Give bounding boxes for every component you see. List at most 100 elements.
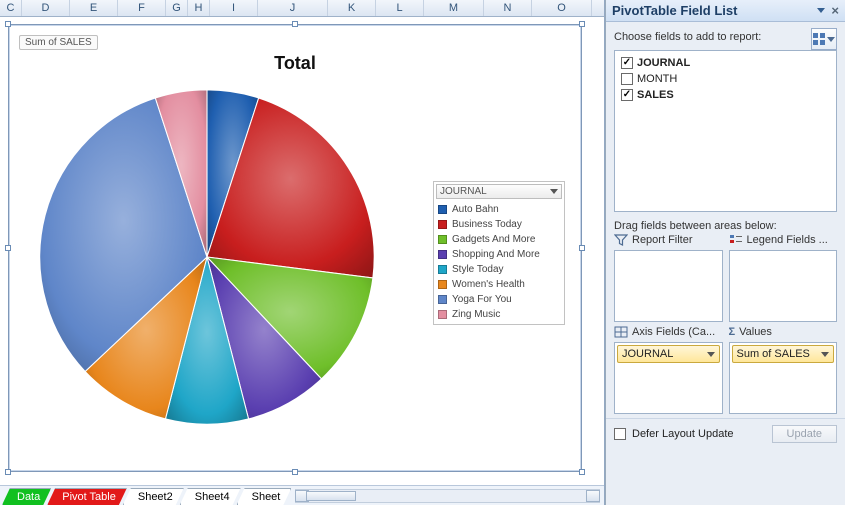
legend-swatch	[438, 295, 447, 304]
chevron-down-icon	[707, 352, 715, 357]
legend-label: Yoga For You	[452, 294, 512, 305]
legend-item[interactable]: Business Today	[436, 217, 562, 232]
sheet-tab-bar: DataPivot TableSheet2Sheet4Sheet	[0, 485, 604, 505]
field-list-item[interactable]: SALES	[621, 87, 830, 103]
pie-chart[interactable]	[31, 81, 383, 433]
scroll-thumb[interactable]	[306, 491, 356, 501]
area-header-values: Σ Values	[729, 326, 838, 338]
chart-field-button[interactable]: Sum of SALES	[19, 35, 98, 50]
field-list-item[interactable]: JOURNAL	[621, 55, 830, 71]
area-header-legend: Legend Fields ...	[729, 234, 838, 246]
column-header[interactable]: G	[166, 0, 188, 16]
chart-legend: JOURNAL Auto Bahn Business Today Gadgets A…	[433, 181, 565, 325]
report-filter-dropzone[interactable]	[614, 250, 723, 322]
worksheet-area: CDEFGHIJKLMNO Sum of SALES Total JOURNAL	[0, 0, 605, 505]
column-headers: CDEFGHIJKLMNO	[0, 0, 604, 17]
column-header[interactable]: K	[328, 0, 376, 16]
sheet-tab[interactable]: Data	[2, 488, 51, 505]
legend-swatch	[438, 250, 447, 259]
pane-titlebar[interactable]: PivotTable Field List ×	[606, 0, 845, 22]
axis-field-pill-journal[interactable]: JOURNAL	[617, 345, 720, 363]
legend-item[interactable]: Yoga For You	[436, 292, 562, 307]
horizontal-scrollbar[interactable]	[295, 489, 600, 503]
legend-swatch	[438, 280, 447, 289]
field-list[interactable]: JOURNAL MONTH SALES	[614, 50, 837, 212]
column-header[interactable]: L	[376, 0, 424, 16]
chevron-down-icon	[827, 37, 835, 42]
field-list-item[interactable]: MONTH	[621, 71, 830, 87]
chevron-down-icon	[550, 189, 558, 194]
legend-label: Gadgets And More	[452, 234, 535, 245]
legend-swatch	[438, 265, 447, 274]
legend-label: Style Today	[452, 264, 504, 275]
legend-label: Shopping And More	[452, 249, 540, 260]
legend-header-label: JOURNAL	[440, 186, 487, 197]
area-header-axis: Axis Fields (Ca...	[614, 326, 723, 338]
column-header[interactable]: I	[210, 0, 258, 16]
column-header[interactable]: D	[22, 0, 70, 16]
chevron-down-icon	[821, 352, 829, 357]
field-label: JOURNAL	[637, 57, 690, 69]
chart-title: Total	[15, 53, 575, 74]
sheet-tab[interactable]: Pivot Table	[47, 488, 127, 505]
legend-item[interactable]: Gadgets And More	[436, 232, 562, 247]
legend-fields-dropzone[interactable]	[729, 250, 838, 322]
pivot-chart-frame[interactable]: Sum of SALES Total JOURNAL Auto Bahn Busi…	[8, 24, 582, 472]
resize-handle[interactable]	[579, 245, 585, 251]
sheet-tab[interactable]: Sheet	[237, 488, 292, 505]
field-checkbox[interactable]	[621, 57, 633, 69]
legend-swatch	[438, 205, 447, 214]
column-header[interactable]: M	[424, 0, 484, 16]
axis-fields-dropzone[interactable]: JOURNAL	[614, 342, 723, 414]
values-field-pill-sum-sales[interactable]: Sum of SALES	[732, 345, 835, 363]
layout-options-button[interactable]	[811, 28, 837, 50]
defer-layout-checkbox[interactable]	[614, 428, 626, 440]
column-header[interactable]: N	[484, 0, 532, 16]
axis-icon	[614, 326, 628, 338]
close-icon[interactable]: ×	[831, 3, 839, 18]
column-header[interactable]: E	[70, 0, 118, 16]
sheet-tab[interactable]: Sheet2	[123, 488, 184, 505]
chevron-down-icon	[817, 8, 825, 13]
resize-handle[interactable]	[292, 469, 298, 475]
legend-item[interactable]: Zing Music	[436, 307, 562, 322]
resize-handle[interactable]	[5, 245, 11, 251]
legend-swatch	[438, 310, 447, 319]
column-header[interactable]: C	[0, 0, 22, 16]
resize-handle[interactable]	[292, 21, 298, 27]
legend-label: Zing Music	[452, 309, 500, 320]
column-header[interactable]: H	[188, 0, 210, 16]
legend-item[interactable]: Women's Health	[436, 277, 562, 292]
legend-item[interactable]: Style Today	[436, 262, 562, 277]
sigma-icon: Σ	[729, 326, 736, 338]
legend-label: Auto Bahn	[452, 204, 499, 215]
resize-handle[interactable]	[5, 469, 11, 475]
resize-handle[interactable]	[579, 21, 585, 27]
resize-handle[interactable]	[5, 21, 11, 27]
pivot-field-list-pane: PivotTable Field List × Choose fields to…	[605, 0, 845, 505]
legend-item[interactable]: Auto Bahn	[436, 202, 562, 217]
funnel-icon	[614, 234, 628, 246]
field-label: MONTH	[637, 73, 677, 85]
column-header[interactable]: O	[532, 0, 592, 16]
defer-layout-label: Defer Layout Update	[632, 428, 734, 440]
legend-filter-dropdown[interactable]: JOURNAL	[436, 184, 562, 199]
drag-areas-label: Drag fields between areas below:	[606, 216, 845, 234]
column-header[interactable]: F	[118, 0, 166, 16]
field-label: SALES	[637, 89, 674, 101]
grid-icon	[813, 33, 825, 45]
legend-swatch	[438, 235, 447, 244]
scroll-right-button[interactable]	[586, 490, 600, 502]
column-header[interactable]: J	[258, 0, 328, 16]
update-button[interactable]: Update	[772, 425, 837, 443]
values-dropzone[interactable]: Sum of SALES	[729, 342, 838, 414]
field-checkbox[interactable]	[621, 89, 633, 101]
legend-icon	[729, 234, 743, 246]
pane-title-text: PivotTable Field List	[612, 3, 737, 18]
sheet-tab[interactable]: Sheet4	[180, 488, 241, 505]
legend-item[interactable]: Shopping And More	[436, 247, 562, 262]
legend-label: Business Today	[452, 219, 522, 230]
resize-handle[interactable]	[579, 469, 585, 475]
area-header-report-filter: Report Filter	[614, 234, 723, 246]
field-checkbox[interactable]	[621, 73, 633, 85]
